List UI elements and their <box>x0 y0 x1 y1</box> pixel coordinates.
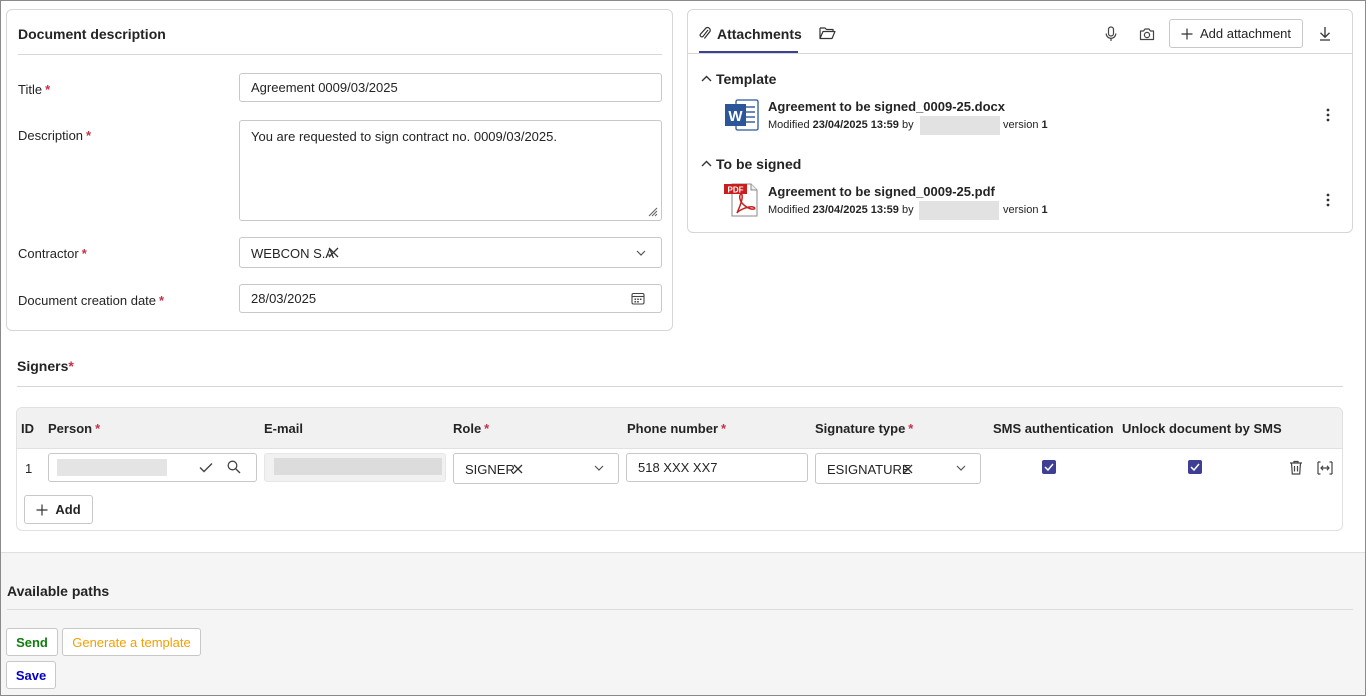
title-label: Title * <box>18 82 51 97</box>
sms-authentication-checkbox[interactable] <box>1042 460 1056 474</box>
remove-role-icon[interactable] <box>512 463 523 474</box>
divider <box>18 54 662 55</box>
row-id: 1 <box>25 461 33 476</box>
divider <box>688 53 1352 54</box>
search-icon[interactable] <box>226 459 242 475</box>
chevron-up-icon[interactable] <box>700 158 712 168</box>
calendar-icon[interactable] <box>630 291 646 306</box>
title-input[interactable]: Agreement 0009/03/2025 <box>239 73 662 102</box>
paths-area <box>1 552 1365 695</box>
generate-template-label: Generate a template <box>72 634 191 650</box>
add-signer-label: Add <box>55 502 81 517</box>
col-header-role: Role * <box>453 421 490 436</box>
description-textarea[interactable]: You are requested to sign contract no. 0… <box>239 120 662 221</box>
contractor-select[interactable]: WEBCON S.A <box>239 237 662 268</box>
date-label: Document creation date * <box>18 293 165 308</box>
signature-type-value: ESIGNATURE <box>827 462 911 477</box>
date-input[interactable]: 28/03/2025 <box>239 284 662 313</box>
to-be-signed-file-meta: Modified 23/04/2025 13:59 by <box>768 204 914 216</box>
col-header-email: E-mail <box>264 421 304 436</box>
remove-contractor-icon[interactable] <box>327 246 339 258</box>
add-signer-button[interactable]: Add <box>24 495 93 524</box>
col-header-person: Person * <box>48 421 101 436</box>
divider <box>7 609 1353 610</box>
chevron-up-icon[interactable] <box>700 73 712 83</box>
download-icon[interactable] <box>1317 25 1333 42</box>
document-description-title: Document description <box>18 26 166 42</box>
template-group-title[interactable]: Template <box>716 71 776 87</box>
to-be-signed-group-title[interactable]: To be signed <box>716 156 801 172</box>
resize-handle-icon[interactable] <box>646 205 658 217</box>
remove-signature-type-icon[interactable] <box>902 463 913 474</box>
signers-title: Signers* <box>17 358 74 374</box>
phone-input[interactable]: 518 XXX XX7 <box>626 453 808 482</box>
attachments-tab[interactable]: Attachments <box>717 26 802 42</box>
more-options-icon[interactable] <box>1322 106 1334 124</box>
redacted-email <box>274 458 442 475</box>
col-header-signature-type: Signature type * <box>815 421 914 436</box>
contractor-label: Contractor * <box>18 246 87 261</box>
divider <box>17 386 1343 387</box>
paperclip-icon <box>698 25 712 41</box>
add-attachment-label: Add attachment <box>1199 26 1292 41</box>
template-file-version: version 1 <box>1003 119 1048 131</box>
contractor-value: WEBCON S.A <box>251 246 335 261</box>
template-file-name[interactable]: Agreement to be signed_0009-25.docx <box>768 99 1005 114</box>
plus-icon <box>1181 28 1193 39</box>
template-file-meta: Modified 23/04/2025 13:59 by <box>768 119 914 131</box>
more-options-icon[interactable] <box>1322 191 1334 209</box>
send-button[interactable]: Send <box>6 628 58 656</box>
redacted-author <box>919 201 999 220</box>
role-value: SIGNER <box>465 462 515 477</box>
pdf-doc-icon: PDF <box>723 182 761 218</box>
chevron-down-icon[interactable] <box>634 247 648 259</box>
description-label: Description * <box>18 128 92 143</box>
redacted-author <box>920 116 1000 135</box>
save-button[interactable]: Save <box>6 661 56 689</box>
unlock-by-sms-checkbox[interactable] <box>1188 460 1202 474</box>
col-header-sms-auth: SMS authentication <box>993 421 1114 436</box>
word-doc-icon: W <box>724 98 760 132</box>
add-attachment-button[interactable]: Add attachment <box>1169 19 1303 48</box>
save-label: Save <box>15 667 47 683</box>
to-be-signed-file-version: version 1 <box>1003 204 1048 216</box>
checkmark-icon[interactable] <box>198 460 214 474</box>
microphone-icon[interactable] <box>1103 25 1119 42</box>
generate-template-button[interactable]: Generate a template <box>62 628 201 656</box>
folder-icon[interactable] <box>817 25 837 41</box>
redacted-person <box>57 459 167 476</box>
camera-icon[interactable] <box>1137 25 1157 42</box>
delete-icon[interactable] <box>1288 459 1304 476</box>
col-header-unlock-sms: Unlock document by SMS <box>1122 421 1282 436</box>
col-header-phone: Phone number * <box>627 421 727 436</box>
column-resize-icon[interactable] <box>1316 459 1334 476</box>
available-paths-title: Available paths <box>7 583 110 599</box>
col-header-id: ID <box>21 421 34 436</box>
svg-text:W: W <box>728 108 743 125</box>
plus-icon <box>36 504 48 515</box>
chevron-down-icon[interactable] <box>592 463 606 473</box>
to-be-signed-file-name[interactable]: Agreement to be signed_0009-25.pdf <box>768 184 995 199</box>
send-label: Send <box>16 634 48 650</box>
chevron-down-icon[interactable] <box>954 463 968 473</box>
svg-text:PDF: PDF <box>728 186 744 195</box>
